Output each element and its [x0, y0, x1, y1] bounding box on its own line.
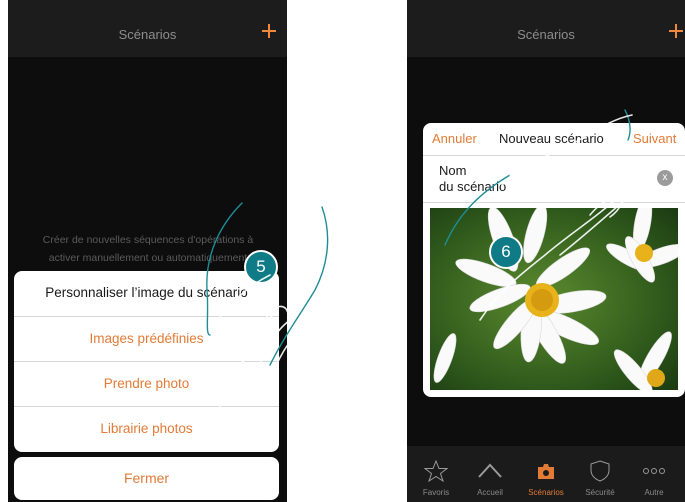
action-sheet: Personnaliser l’image du scénario Images…	[14, 271, 279, 452]
dialog-title: Nouveau scénario	[499, 131, 604, 146]
scenario-photo	[430, 208, 678, 390]
top-bar: Scénarios	[8, 0, 287, 57]
name-label: Nom du scénario	[439, 163, 507, 194]
tab-scenarios[interactable]: Scénarios	[519, 446, 573, 502]
screen-title: Scénarios	[517, 27, 575, 42]
star-icon	[424, 460, 448, 482]
left-screen: Scénarios Créer de nouvelles séquences d…	[8, 0, 287, 502]
predefined-images-option[interactable]: Images prédéfinies	[14, 316, 279, 361]
close-button[interactable]: Fermer	[14, 457, 279, 500]
empty-description: Créer de nouvelles séquences d'opération…	[42, 234, 254, 264]
tab-autre[interactable]: Autre	[627, 446, 681, 502]
sheet-header: Personnaliser l’image du scénario	[45, 285, 248, 300]
scenario-name-field[interactable]: Nom du scénario x	[423, 156, 685, 203]
add-icon[interactable]	[260, 22, 278, 40]
tab-securite[interactable]: Sécurité	[573, 446, 627, 502]
dialog-header: Annuler Nouveau scénario Suivant	[423, 123, 685, 156]
step-badge: 6	[489, 235, 523, 269]
step-badge: 5	[244, 250, 278, 284]
more-icon	[643, 468, 665, 474]
take-photo-option[interactable]: Prendre photo	[14, 361, 279, 406]
screen-title: Scénarios	[118, 27, 177, 42]
clear-icon[interactable]: x	[657, 170, 673, 186]
bottom-tab-bar: Favoris Accueil Scénarios Sécurité Autre	[407, 446, 685, 502]
tab-favoris[interactable]: Favoris	[409, 446, 463, 502]
tab-accueil[interactable]: Accueil	[463, 446, 517, 502]
shield-icon	[590, 460, 610, 482]
cancel-button[interactable]: Annuler	[432, 131, 477, 146]
photo-library-option[interactable]: Librairie photos	[14, 406, 279, 451]
next-button[interactable]: Suivant	[633, 131, 676, 146]
add-icon[interactable]	[667, 22, 685, 40]
scenarios-icon	[538, 464, 554, 479]
home-icon	[478, 463, 502, 478]
new-scenario-dialog: Annuler Nouveau scénario Suivant Nom du …	[423, 123, 685, 397]
right-screen: Scénarios Annuler Nouveau scénario Suiva…	[407, 0, 685, 502]
top-bar: Scénarios	[407, 0, 685, 57]
